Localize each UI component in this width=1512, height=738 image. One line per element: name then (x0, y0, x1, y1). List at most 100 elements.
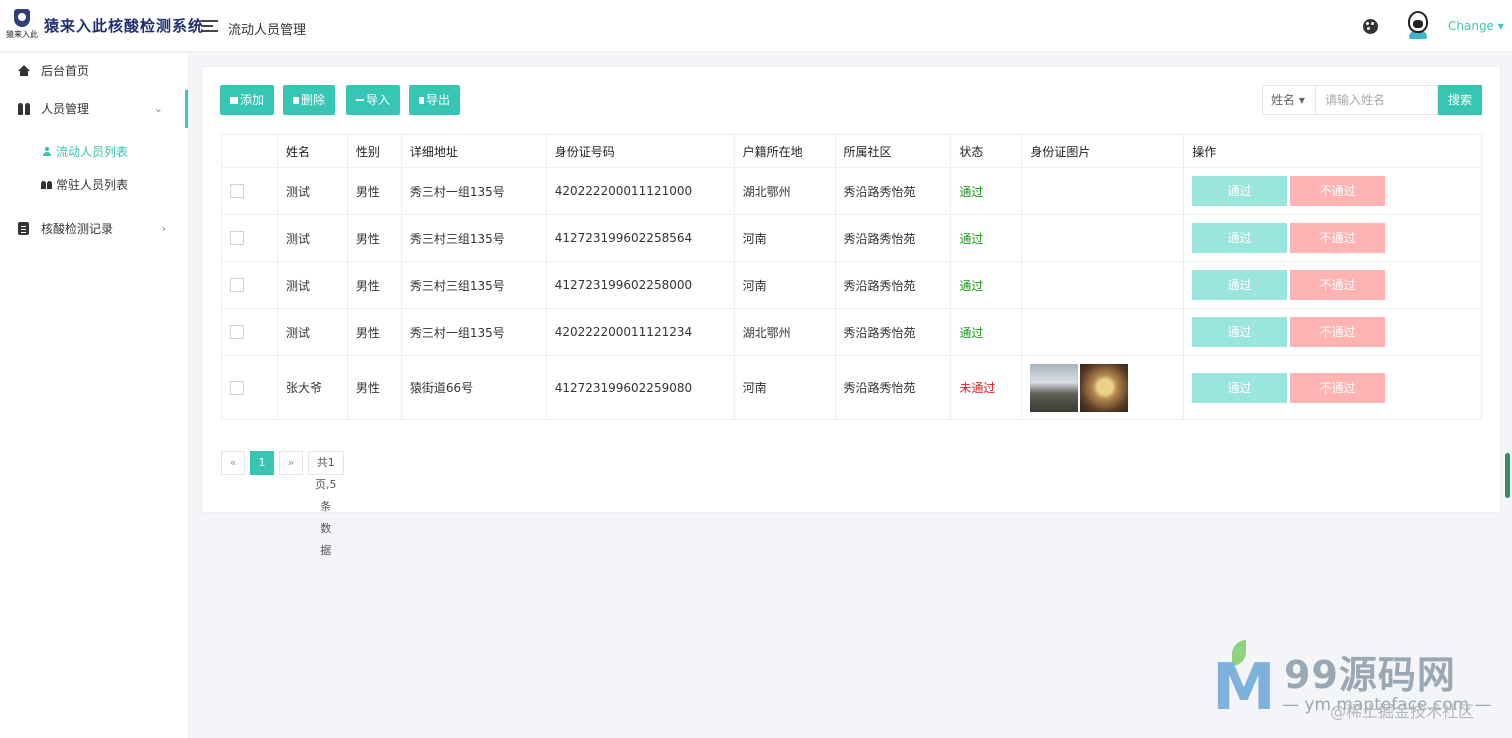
import-icon (356, 99, 364, 101)
prev-page-button[interactable]: « (221, 451, 245, 475)
sidebar-subitem-label: 常驻人员列表 (56, 178, 129, 192)
theme-palette-icon[interactable] (1363, 19, 1378, 34)
approve-button[interactable]: 通过 (1192, 270, 1288, 300)
table-row: 测试 男性 秀三村三组135号 412723199602258564 河南 秀沿… (221, 214, 1482, 262)
cell-hometown: 湖北鄂州 (733, 308, 836, 356)
import-button[interactable]: 导入 (346, 85, 401, 115)
reject-button[interactable]: 不通过 (1290, 270, 1386, 300)
page-number-button[interactable]: 1 (250, 451, 274, 475)
cell-id-number: 412723199602258000 (545, 261, 735, 309)
row-checkbox[interactable] (230, 278, 244, 293)
sidebar-subitem-floating-list[interactable]: 流动人员列表 (0, 136, 188, 169)
personnel-table: 姓名 性别 详细地址 身份证号码 户籍所在地 所属社区 状态 身份证图片 操作 … (221, 134, 1482, 420)
page-scrollbar[interactable] (1505, 453, 1510, 498)
status-badge: 通过 (950, 167, 1023, 215)
chevron-right-icon: › (161, 222, 166, 235)
cell-hometown: 河南 (733, 355, 836, 420)
clipboard-icon (18, 222, 29, 235)
page-title: 流动人员管理 (228, 23, 307, 38)
delete-button[interactable]: 删除 (283, 85, 336, 115)
cell-hometown: 河南 (733, 214, 836, 262)
add-button[interactable]: 添加 (220, 85, 275, 115)
cell-name: 张大爷 (276, 355, 348, 420)
cell-gender: 男性 (346, 167, 402, 215)
watermark-logo-icon: M (1212, 640, 1276, 720)
trash-icon (293, 97, 299, 104)
column-header: 详细地址 (400, 134, 547, 168)
sidebar-item-personnel[interactable]: 人员管理 ⌄ (0, 90, 188, 128)
chevron-down-icon: ⌄ (153, 102, 163, 115)
approve-button[interactable]: 通过 (1192, 372, 1288, 403)
row-checkbox[interactable] (230, 184, 244, 199)
sidebar-item-home[interactable]: 后台首页 (0, 52, 188, 90)
person-icon (43, 147, 51, 157)
next-page-button[interactable]: » (279, 451, 303, 475)
reject-button[interactable]: 不通过 (1290, 372, 1386, 403)
cell-name: 测试 (276, 214, 348, 262)
reject-button[interactable]: 不通过 (1290, 317, 1386, 347)
menu-toggle-icon[interactable] (202, 20, 218, 33)
cell-community: 秀沿路秀怡苑 (834, 214, 952, 262)
column-header-select (221, 134, 278, 168)
watermark-credit: @稀土掘金技术社区 (1330, 702, 1475, 721)
cell-id-images (1021, 167, 1185, 215)
column-header: 所属社区 (834, 134, 952, 168)
row-checkbox[interactable] (230, 231, 244, 246)
download-icon (419, 97, 424, 104)
cell-name: 测试 (276, 261, 348, 309)
column-header: 姓名 (276, 134, 348, 168)
id-image-thumbnail[interactable] (1030, 363, 1079, 412)
home-icon (18, 65, 30, 76)
sidebar-subitem-resident-list[interactable]: 常驻人员列表 (0, 169, 188, 202)
status-badge: 通过 (950, 214, 1023, 262)
column-header: 身份证号码 (545, 134, 735, 168)
column-header: 性别 (346, 134, 402, 168)
table-row: 测试 男性 秀三村一组135号 420222200011121234 湖北鄂州 … (221, 308, 1482, 356)
row-checkbox[interactable] (230, 380, 244, 395)
watermark-title: 99源码网 (1284, 653, 1456, 697)
row-checkbox[interactable] (230, 325, 244, 340)
status-badge: 通过 (950, 308, 1023, 356)
cell-id-images (1021, 308, 1185, 356)
status-badge: 通过 (950, 261, 1023, 309)
avatar[interactable] (1405, 11, 1431, 41)
cell-address: 秀三村一组135号 (400, 167, 547, 215)
reject-button[interactable]: 不通过 (1290, 223, 1386, 253)
cell-address: 秀三村一组135号 (400, 308, 547, 356)
search-field-select[interactable]: 姓名 ▾ (1262, 85, 1316, 115)
folder-icon (230, 97, 238, 104)
cell-id-number: 412723199602258564 (545, 214, 735, 262)
column-header: 状态 (950, 134, 1023, 168)
app-logo[interactable]: 猿来入此 (4, 9, 40, 43)
cell-id-images (1021, 214, 1185, 262)
sidebar-item-test-records[interactable]: 核酸检测记录 › (0, 210, 188, 248)
cell-address: 秀三村三组135号 (400, 261, 547, 309)
export-button[interactable]: 导出 (409, 85, 461, 115)
column-header: 操作 (1183, 134, 1482, 168)
id-image-thumbnail[interactable] (1080, 363, 1129, 412)
cell-address: 秀三村三组135号 (400, 214, 547, 262)
cell-id-number: 420222200011121000 (545, 167, 735, 215)
user-menu-dropdown[interactable]: Change ▾ (1448, 19, 1504, 33)
approve-button[interactable]: 通过 (1192, 176, 1288, 206)
search-button[interactable]: 搜索 (1438, 85, 1482, 115)
people-icon (17, 103, 31, 115)
cell-gender: 男性 (346, 214, 402, 262)
cell-community: 秀沿路秀怡苑 (834, 308, 952, 356)
search-input[interactable] (1315, 85, 1438, 115)
cell-id-number: 420222200011121234 (545, 308, 735, 356)
cell-hometown: 河南 (733, 261, 836, 309)
sidebar-item-label: 后台首页 (41, 64, 90, 78)
cell-name: 测试 (276, 167, 348, 215)
table-header-row: 姓名 性别 详细地址 身份证号码 户籍所在地 所属社区 状态 身份证图片 操作 (221, 134, 1482, 168)
approve-button[interactable]: 通过 (1192, 317, 1288, 347)
cell-community: 秀沿路秀怡苑 (834, 167, 952, 215)
cell-id-number: 412723199602259080 (545, 355, 735, 420)
cell-community: 秀沿路秀怡苑 (834, 261, 952, 309)
sidebar: 后台首页 人员管理 ⌄ 流动人员列表 常驻人员列表 核酸检测记录 › (0, 53, 189, 738)
group-icon (41, 181, 53, 190)
cell-address: 猿街道66号 (400, 355, 547, 420)
reject-button[interactable]: 不通过 (1290, 176, 1386, 206)
approve-button[interactable]: 通过 (1192, 223, 1288, 253)
cell-community: 秀沿路秀怡苑 (834, 355, 952, 420)
